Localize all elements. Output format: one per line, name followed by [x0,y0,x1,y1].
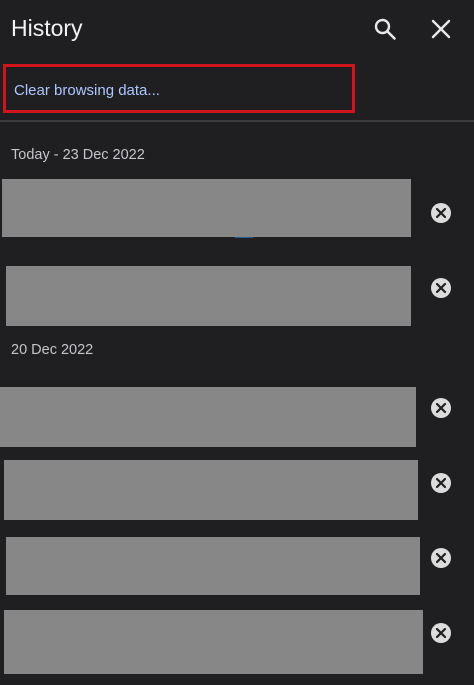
close-button[interactable] [424,12,458,46]
close-circle-icon [431,473,451,493]
remove-entry-button[interactable] [430,277,452,299]
remove-entry-button[interactable] [430,622,452,644]
history-entry[interactable] [4,460,418,520]
page-title: History [11,15,83,41]
close-circle-icon [431,203,451,223]
date-header-20-dec: 20 Dec 2022 [11,342,94,358]
close-circle-icon [431,398,451,418]
history-entry[interactable] [2,179,411,237]
remove-entry-button[interactable] [430,202,452,224]
close-icon [431,19,451,39]
close-circle-icon [431,548,451,568]
app-bar: History [0,0,474,62]
history-entry[interactable] [0,387,416,447]
history-entry[interactable] [6,537,420,595]
clear-browsing-data-highlight: Clear browsing data... [3,64,355,113]
history-entry[interactable] [4,610,423,674]
divider [0,120,474,122]
close-circle-icon [431,278,451,298]
close-circle-icon [431,623,451,643]
remove-entry-button[interactable] [430,547,452,569]
clear-browsing-data-link[interactable]: Clear browsing data... [14,82,160,99]
history-entry[interactable] [6,266,411,326]
search-icon [374,18,396,40]
remove-entry-button[interactable] [430,472,452,494]
remove-entry-button[interactable] [430,397,452,419]
search-button[interactable] [368,12,402,46]
date-header-today: Today - 23 Dec 2022 [11,147,145,163]
